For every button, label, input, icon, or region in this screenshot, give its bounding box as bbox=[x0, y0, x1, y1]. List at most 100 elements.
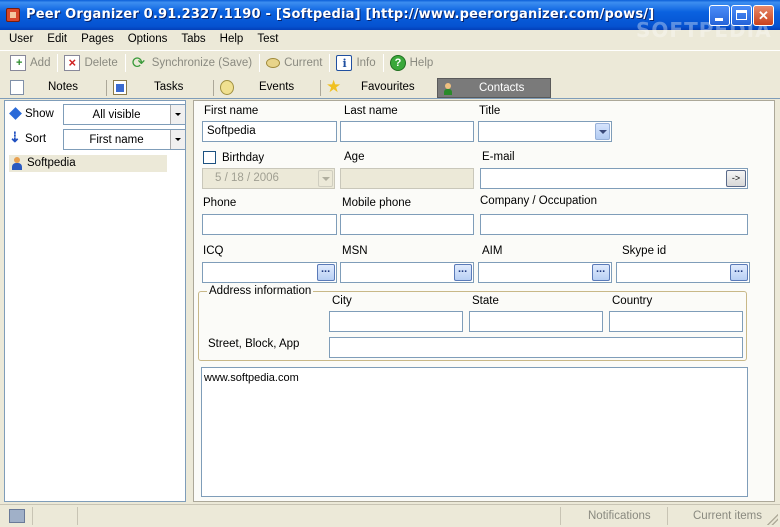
minimize-button[interactable] bbox=[709, 5, 730, 26]
menu-user[interactable]: User bbox=[2, 30, 40, 49]
show-dropdown-value: All visible bbox=[92, 109, 141, 121]
icq-field[interactable] bbox=[202, 262, 337, 283]
synchronize-label: Synchronize (Save) bbox=[151, 57, 253, 69]
current-items-status[interactable]: Current items bbox=[693, 510, 762, 522]
first-name-value: Softpedia bbox=[207, 125, 256, 137]
status-pane-divider bbox=[560, 507, 561, 525]
city-label: City bbox=[332, 295, 352, 307]
add-icon bbox=[10, 55, 26, 71]
city-field[interactable] bbox=[329, 311, 463, 332]
info-icon bbox=[336, 55, 353, 71]
birthday-date-picker[interactable]: 5 / 18 / 2006 bbox=[202, 168, 335, 189]
toolbar-separator bbox=[57, 54, 59, 72]
status-pane-divider bbox=[667, 507, 668, 525]
show-filter-row: Show All visible bbox=[7, 104, 186, 126]
toolbar-separator bbox=[382, 54, 384, 72]
network-icon bbox=[9, 509, 25, 523]
menu-options[interactable]: Options bbox=[121, 30, 175, 49]
person-icon bbox=[12, 157, 22, 170]
sort-label: Sort bbox=[25, 133, 47, 145]
birthday-checkbox[interactable] bbox=[203, 151, 216, 164]
notes-textarea[interactable]: www.softpedia.com bbox=[201, 367, 748, 497]
app-icon[interactable] bbox=[6, 8, 20, 22]
send-email-button[interactable]: -> bbox=[726, 170, 746, 187]
menu-tabs[interactable]: Tabs bbox=[174, 30, 212, 49]
msn-field[interactable] bbox=[340, 262, 474, 283]
state-field[interactable] bbox=[469, 311, 603, 332]
show-dropdown[interactable]: All visible bbox=[63, 104, 186, 125]
menu-pages[interactable]: Pages bbox=[74, 30, 121, 49]
current-icon bbox=[266, 58, 281, 68]
maximize-button[interactable] bbox=[731, 5, 752, 26]
chevron-down-icon[interactable] bbox=[170, 130, 185, 149]
skype-browse-button[interactable] bbox=[730, 263, 748, 281]
sort-dropdown[interactable]: First name bbox=[63, 129, 186, 150]
contact-list-item[interactable]: Softpedia bbox=[9, 155, 167, 172]
status-pane-divider bbox=[77, 507, 78, 525]
street-label: Street, Block, App bbox=[208, 338, 300, 350]
help-icon bbox=[389, 55, 406, 71]
tasks-icon bbox=[113, 80, 127, 95]
sort-dropdown-value: First name bbox=[89, 134, 144, 146]
notes-icon bbox=[10, 80, 24, 95]
state-label: State bbox=[472, 295, 499, 307]
street-field[interactable] bbox=[329, 337, 743, 358]
first-name-label: First name bbox=[204, 105, 259, 117]
first-name-field[interactable]: Softpedia bbox=[202, 121, 337, 142]
status-pane-divider bbox=[32, 507, 33, 525]
birthday-label: Birthday bbox=[222, 152, 265, 164]
mobile-phone-field[interactable] bbox=[340, 214, 474, 235]
contacts-icon bbox=[444, 81, 458, 96]
tab-contacts[interactable]: Contacts bbox=[437, 78, 551, 98]
country-label: Country bbox=[612, 295, 653, 307]
address-group-title: Address information bbox=[207, 285, 314, 297]
toolbar-separator bbox=[124, 54, 126, 72]
page-tabs: Notes Tasks Events Favourites Contacts bbox=[0, 77, 780, 99]
delete-icon bbox=[64, 55, 81, 71]
minimize-icon bbox=[715, 18, 723, 21]
company-field[interactable] bbox=[480, 214, 748, 235]
notifications-status[interactable]: Notifications bbox=[588, 510, 651, 522]
resize-grip[interactable] bbox=[767, 514, 778, 525]
synchronize-button[interactable]: Synchronize (Save) bbox=[128, 52, 257, 74]
aim-browse-button[interactable] bbox=[592, 263, 610, 281]
title-dropdown[interactable] bbox=[478, 121, 612, 142]
current-label: Current bbox=[284, 57, 323, 69]
current-button[interactable]: Current bbox=[262, 52, 327, 74]
msn-browse-button[interactable] bbox=[454, 263, 472, 281]
chevron-down-icon[interactable] bbox=[318, 170, 333, 187]
maximize-icon bbox=[736, 10, 747, 20]
contact-name: Softpedia bbox=[27, 157, 76, 169]
mobile-phone-label: Mobile phone bbox=[342, 197, 412, 209]
help-button[interactable]: Help bbox=[386, 52, 439, 74]
menu-help[interactable]: Help bbox=[213, 30, 251, 49]
email-field[interactable]: -> bbox=[480, 168, 748, 189]
menu-test[interactable]: Test bbox=[250, 30, 285, 49]
tab-favourites[interactable]: Favourites bbox=[321, 77, 435, 98]
country-field[interactable] bbox=[609, 311, 743, 332]
aim-label: AIM bbox=[482, 245, 503, 257]
close-button[interactable]: ✕ bbox=[753, 5, 774, 26]
menu-edit[interactable]: Edit bbox=[40, 30, 74, 49]
title-bar[interactable]: Peer Organizer 0.91.2327.1190 - [Softped… bbox=[0, 0, 780, 42]
info-button[interactable]: Info bbox=[332, 52, 380, 74]
window-title: Peer Organizer 0.91.2327.1190 - [Softped… bbox=[26, 7, 655, 22]
address-groupbox: Address information City State Country S… bbox=[198, 285, 747, 361]
add-button[interactable]: Add bbox=[6, 52, 55, 74]
aim-field[interactable] bbox=[478, 262, 612, 283]
chevron-down-icon[interactable] bbox=[170, 105, 185, 124]
tab-events[interactable]: Events bbox=[214, 78, 320, 98]
star-icon bbox=[326, 77, 341, 97]
contacts-sidebar: Show All visible Sort First name Softped… bbox=[4, 100, 186, 502]
phone-field[interactable] bbox=[202, 214, 337, 235]
chevron-down-icon[interactable] bbox=[595, 123, 610, 140]
tab-tasks[interactable]: Tasks bbox=[107, 78, 213, 98]
last-name-field[interactable] bbox=[340, 121, 474, 142]
tab-notes[interactable]: Notes bbox=[4, 78, 106, 98]
delete-button[interactable]: Delete bbox=[60, 52, 122, 74]
birthday-value: 5 / 18 / 2006 bbox=[215, 172, 279, 184]
skype-field[interactable] bbox=[616, 262, 750, 283]
sort-icon bbox=[9, 129, 22, 146]
icq-browse-button[interactable] bbox=[317, 263, 335, 281]
tab-favourites-label: Favourites bbox=[361, 81, 415, 93]
